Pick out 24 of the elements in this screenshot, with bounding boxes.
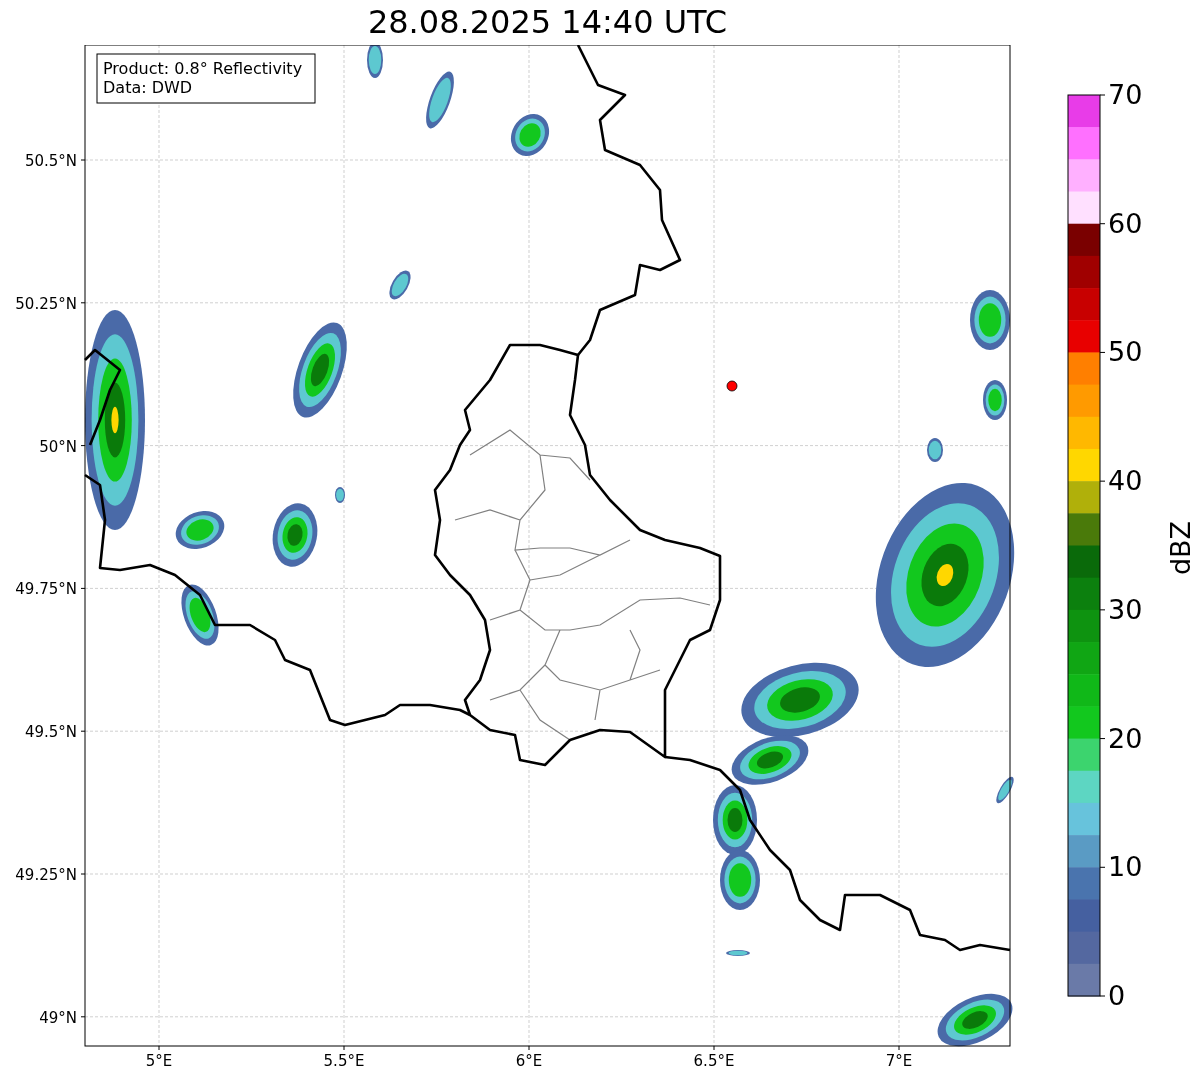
colorbar-tick-label: 70 [1099,79,1143,110]
y-tick-label: 49.5°N [24,723,86,742]
x-tick-label: 6°E [515,1045,543,1070]
y-tick-label: 49.75°N [15,580,86,599]
x-tick-label: 7°E [885,1045,913,1070]
colorbar-tick-label: 60 [1099,207,1143,239]
y-tick-label: 50.5°N [24,152,86,170]
colorbar-tick-label: 50 [1099,336,1143,368]
location-marker [726,380,738,392]
y-tick-label: 50°N [39,437,86,456]
chart-title: 28.08.2025 14:40 UTC [367,2,728,41]
colorbar-tick-label: 10 [1099,851,1143,883]
x-tick-label: 6.5°E [693,1045,735,1070]
y-tick-label: 49.25°N [15,866,86,884]
y-tick-label: 50.25°N [15,294,86,313]
x-tick-label: 5.5°E [323,1045,365,1070]
colorbar-tick-label: 40 [1099,465,1143,497]
annotation-box: Product: 0.8° Reflectivity Data: DWD [96,53,316,104]
colorbar-tick-label: 0 [1099,980,1126,1011]
colorbar-tick-label: 30 [1099,593,1143,625]
x-tick-label: 5°E [145,1045,173,1070]
colorbar-label: dBZ [1165,520,1196,576]
colorbar-tick-label: 20 [1099,722,1143,754]
y-tick-label: 49°N [39,1008,86,1027]
